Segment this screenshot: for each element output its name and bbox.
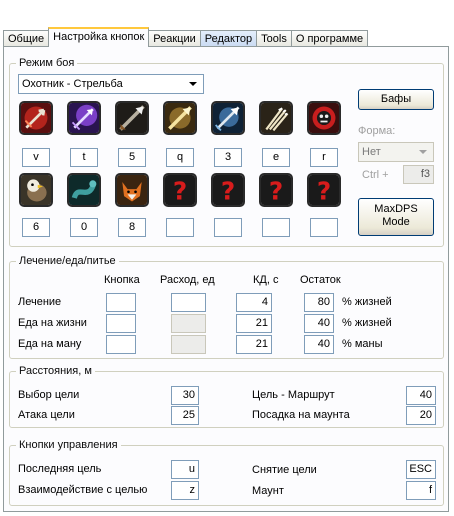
column-cd-header: КД, с <box>253 274 279 286</box>
controls-title: Кнопки управления <box>16 438 121 452</box>
tab-editor[interactable]: Редактор <box>199 30 258 47</box>
heal-cd-field[interactable]: 21 <box>236 314 272 333</box>
keybind-field[interactable]: e <box>262 148 290 167</box>
arrow-strike-icon[interactable] <box>19 101 53 135</box>
column-consume-header: Расход, ед <box>160 274 215 286</box>
tab-tools[interactable]: Tools <box>256 30 292 47</box>
heal-consume-field[interactable] <box>171 293 206 312</box>
heal-row-label: Лечение <box>18 296 62 308</box>
mount-distance-field[interactable]: 20 <box>406 406 436 425</box>
distances-title: Расстояния, м <box>16 364 95 378</box>
keybind-field[interactable]: 0 <box>70 218 98 237</box>
keybind-field[interactable]: t <box>70 148 98 167</box>
route-label: Цель - Маршрут <box>252 389 335 401</box>
maxdps-label-line2: Mode <box>382 216 410 228</box>
question-mark-icon[interactable]: ? <box>307 173 341 207</box>
heal-unit: % маны <box>342 338 383 350</box>
last-target-label: Последняя цель <box>18 463 102 475</box>
buffs-button[interactable]: Бафы <box>358 89 434 110</box>
multi-shot-icon[interactable] <box>259 101 293 135</box>
tab-reactions[interactable]: Реакции <box>148 30 201 47</box>
controls-group: Кнопки управления Последняя цель u Взаим… <box>9 438 444 506</box>
combat-mode-title: Режим боя <box>16 56 78 70</box>
keybind-field[interactable]: 5 <box>118 148 146 167</box>
combat-mode-value: Охотник - Стрельба <box>22 78 123 90</box>
question-mark-icon[interactable]: ? <box>163 173 197 207</box>
heal-key-field[interactable] <box>106 293 136 312</box>
ctrl-label: Ctrl + <box>362 169 389 181</box>
heal-cd-field[interactable]: 21 <box>236 335 272 354</box>
question-mark-icon[interactable]: ? <box>259 173 293 207</box>
keybind-field[interactable] <box>262 218 290 237</box>
chevron-down-icon <box>189 82 197 86</box>
heal-group: Лечение/еда/питье Кнопка Расход, ед КД, … <box>9 254 444 359</box>
mount-key-label: Маунт <box>252 485 284 497</box>
keybind-field[interactable]: 6 <box>22 218 50 237</box>
column-key-header: Кнопка <box>104 274 140 286</box>
attack-target-field[interactable]: 25 <box>171 406 199 425</box>
keybind-field[interactable] <box>310 218 338 237</box>
heal-key-field[interactable] <box>106 335 136 354</box>
heal-consume-field[interactable] <box>171 314 206 333</box>
heal-row-label: Еда на ману <box>18 338 82 350</box>
heal-rest-field[interactable]: 40 <box>304 335 334 354</box>
target-select-label: Выбор цели <box>18 389 80 401</box>
keybind-field[interactable]: v <box>22 148 50 167</box>
purple-arrow-icon[interactable] <box>67 101 101 135</box>
heal-rest-field[interactable]: 80 <box>304 293 334 312</box>
form-value: Нет <box>362 146 381 158</box>
maxdps-label-line1: MaxDPS <box>374 203 418 215</box>
keybind-field[interactable]: 3 <box>214 148 242 167</box>
mount-key-field[interactable]: f <box>406 481 436 500</box>
keybind-field[interactable] <box>166 218 194 237</box>
form-label: Форма: <box>358 125 396 137</box>
keybind-field[interactable]: 8 <box>118 218 146 237</box>
attack-target-label: Атака цели <box>18 409 75 421</box>
keybind-field[interactable]: r <box>310 148 338 167</box>
distances-group: Расстояния, м Выбор цели 30 Атака цели 2… <box>9 364 444 428</box>
tab-general[interactable]: Общие <box>3 30 50 47</box>
maxdps-mode-button[interactable]: MaxDPS Mode <box>358 198 434 236</box>
heal-unit: % жизней <box>342 317 392 329</box>
combat-mode-group: Режим боя Охотник - Стрельба v t 5 q 3 e… <box>9 56 444 247</box>
keybind-field[interactable] <box>214 218 242 237</box>
form-select[interactable]: Нет <box>358 142 434 162</box>
heal-cd-field[interactable]: 4 <box>236 293 272 312</box>
svg-text:?: ? <box>221 177 235 205</box>
heal-consume-field[interactable] <box>171 335 206 354</box>
clear-target-key-field[interactable]: ESC <box>406 460 436 479</box>
target-select-field[interactable]: 30 <box>171 386 199 405</box>
ctrl-key-field[interactable]: f3 <box>403 165 434 184</box>
svg-text:?: ? <box>173 177 187 205</box>
combat-mode-select[interactable]: Охотник - Стрельба <box>18 74 204 94</box>
tab-button-settings[interactable]: Настройка кнопок <box>48 27 150 47</box>
serpent-icon[interactable] <box>67 173 101 207</box>
svg-text:?: ? <box>317 177 331 205</box>
heal-unit: % жизней <box>342 296 392 308</box>
mount-distance-label: Посадка на маунта <box>252 409 350 421</box>
interact-target-key-field[interactable]: z <box>171 481 199 500</box>
fox-icon[interactable] <box>115 173 149 207</box>
clear-target-label: Снятие цели <box>252 464 317 476</box>
skull-mark-icon[interactable] <box>307 101 341 135</box>
tab-about[interactable]: О программе <box>290 30 369 47</box>
heal-rest-field[interactable]: 40 <box>304 314 334 333</box>
heal-row-label: Еда на жизни <box>18 317 87 329</box>
blue-arrow-icon[interactable] <box>211 101 245 135</box>
piercing-arrow-icon[interactable] <box>115 101 149 135</box>
route-field[interactable]: 40 <box>406 386 436 405</box>
column-rest-header: Остаток <box>300 274 341 286</box>
keybind-field[interactable]: q <box>166 148 194 167</box>
question-mark-icon[interactable]: ? <box>211 173 245 207</box>
golden-arrow-icon[interactable] <box>163 101 197 135</box>
last-target-key-field[interactable]: u <box>171 460 199 479</box>
heal-title: Лечение/еда/питье <box>16 254 119 268</box>
tab-panel: Режим боя Охотник - Стрельба v t 5 q 3 e… <box>3 46 449 512</box>
tab-strip: Общие Настройка кнопок Реакции Редактор … <box>3 27 369 47</box>
chevron-down-icon <box>419 150 427 154</box>
heal-key-field[interactable] <box>106 314 136 333</box>
interact-target-label: Взаимодействие с целью <box>18 484 148 496</box>
svg-text:?: ? <box>269 177 283 205</box>
eagle-icon[interactable] <box>19 173 53 207</box>
